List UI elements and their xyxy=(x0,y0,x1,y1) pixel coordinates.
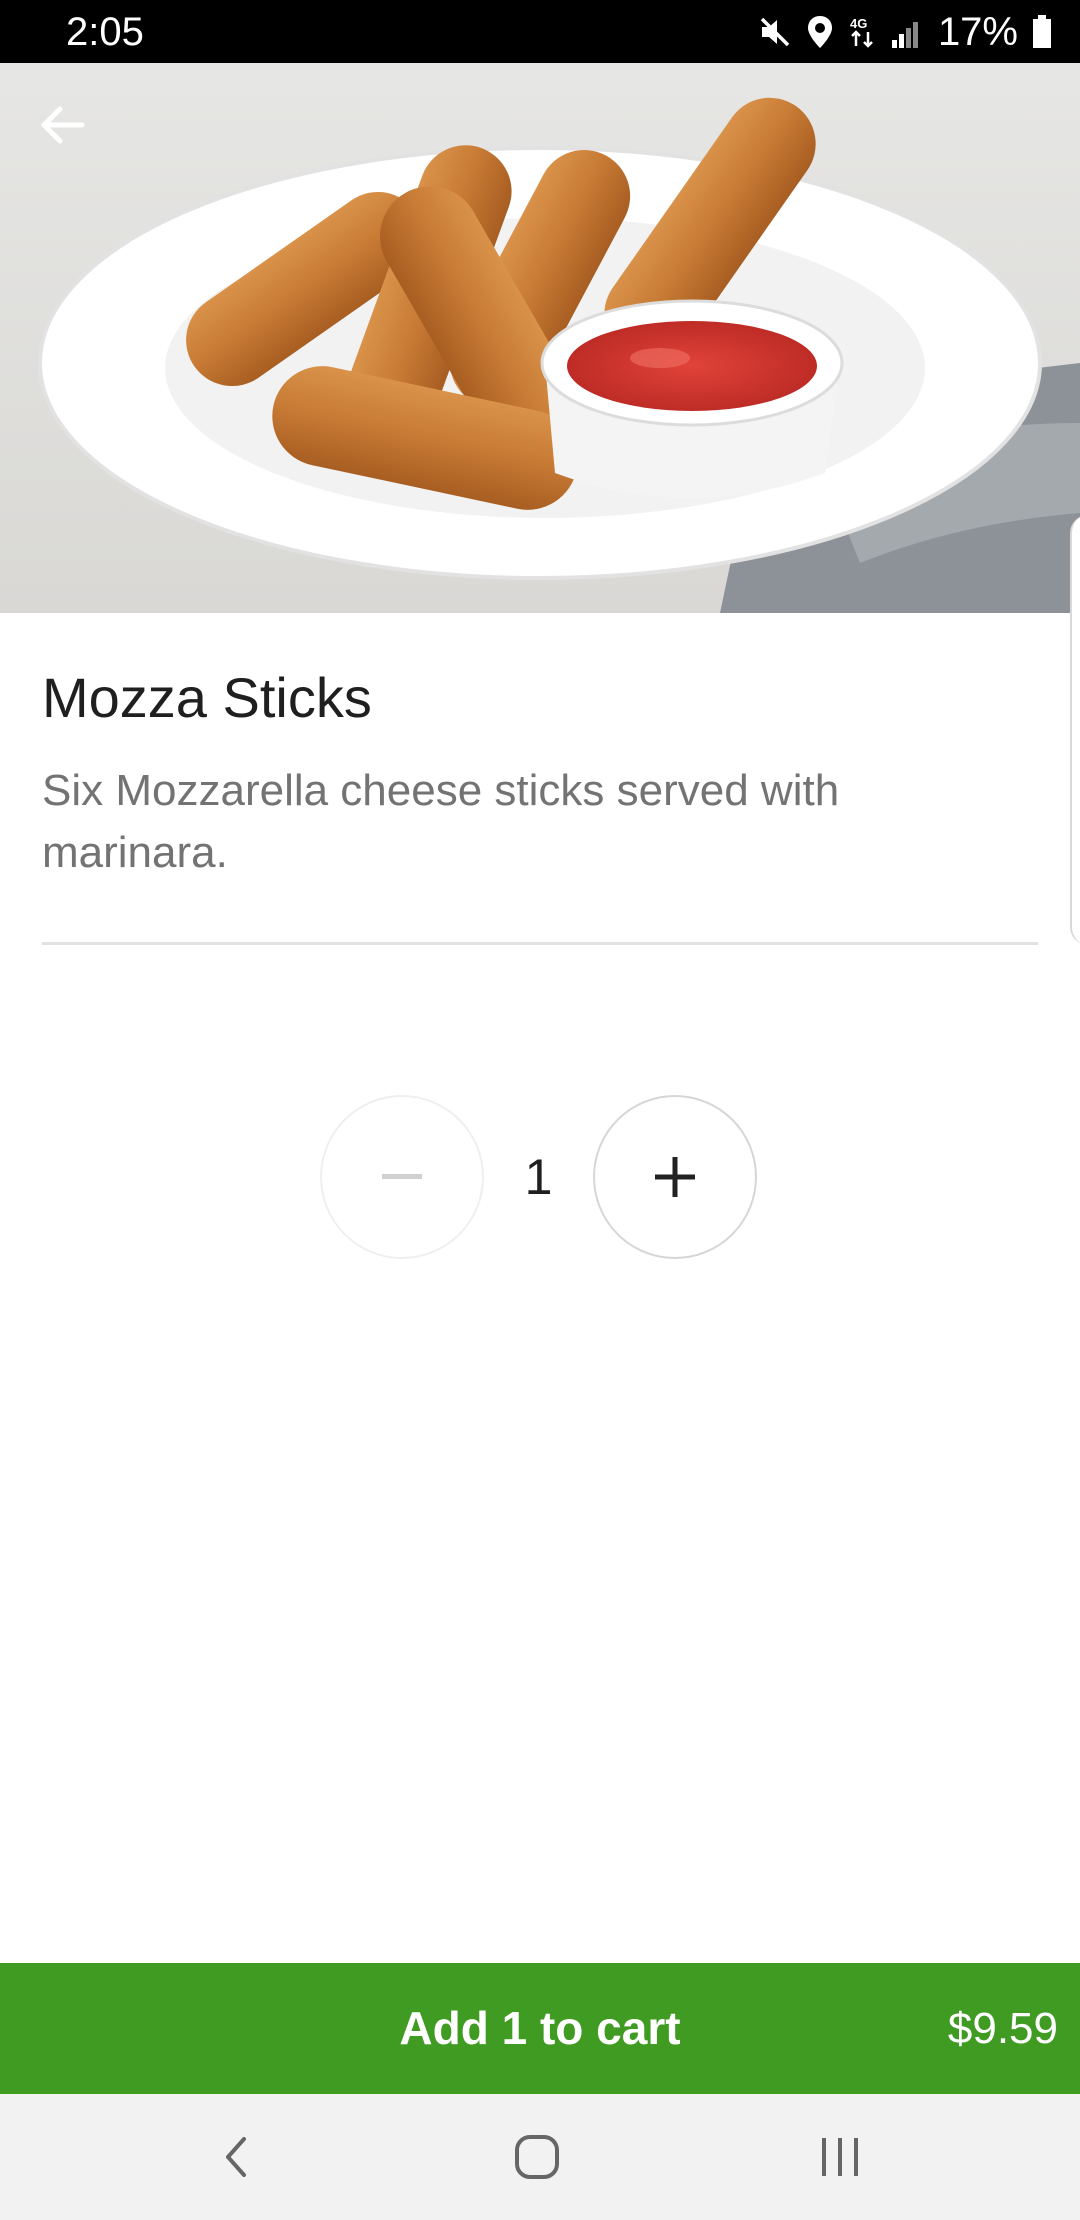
edge-panel xyxy=(1070,515,1080,945)
increment-button[interactable] xyxy=(593,1095,757,1259)
item-detail-screen: 2:05 4G 17% Mozza Sticks Six Mozzarella … xyxy=(0,0,1080,2220)
svg-text:4G: 4G xyxy=(850,16,867,31)
plus-icon xyxy=(655,1157,695,1197)
home-nav-icon xyxy=(515,2135,559,2179)
battery-percent: 17% xyxy=(937,10,1018,54)
battery-icon xyxy=(1032,15,1052,49)
system-nav-bar xyxy=(0,2094,1080,2220)
arrow-left-icon xyxy=(41,106,85,144)
back-button[interactable] xyxy=(38,105,110,177)
data-transfer-icon: 4G xyxy=(848,14,876,50)
item-description: Six Mozzarella cheese sticks served with… xyxy=(42,766,840,877)
add-to-cart-button[interactable]: Add 1 to cart $9.59 xyxy=(0,1963,1080,2094)
item-title: Mozza Sticks xyxy=(42,666,372,729)
minus-icon xyxy=(382,1174,422,1179)
mute-icon xyxy=(758,15,792,49)
cart-price: $9.59 xyxy=(947,2004,1058,2053)
decrement-button[interactable] xyxy=(320,1095,484,1259)
status-time: 2:05 xyxy=(66,10,144,54)
nav-recents-button[interactable] xyxy=(795,2122,885,2192)
add-to-cart-label: Add 1 to cart xyxy=(399,2002,681,2054)
status-bar: 2:05 4G 17% xyxy=(0,0,1080,63)
recents-nav-icon xyxy=(822,2138,858,2176)
mozzarella-sticks-photo xyxy=(38,97,1080,613)
signal-icon xyxy=(890,16,924,48)
item-photo xyxy=(0,63,1080,613)
location-icon xyxy=(806,14,834,50)
nav-home-button[interactable] xyxy=(492,2122,582,2192)
back-nav-icon xyxy=(226,2137,246,2177)
status-icons: 4G 17% xyxy=(758,8,1052,56)
nav-back-button[interactable] xyxy=(190,2122,280,2192)
quantity-value: 1 xyxy=(524,1149,553,1205)
divider xyxy=(42,942,1038,945)
